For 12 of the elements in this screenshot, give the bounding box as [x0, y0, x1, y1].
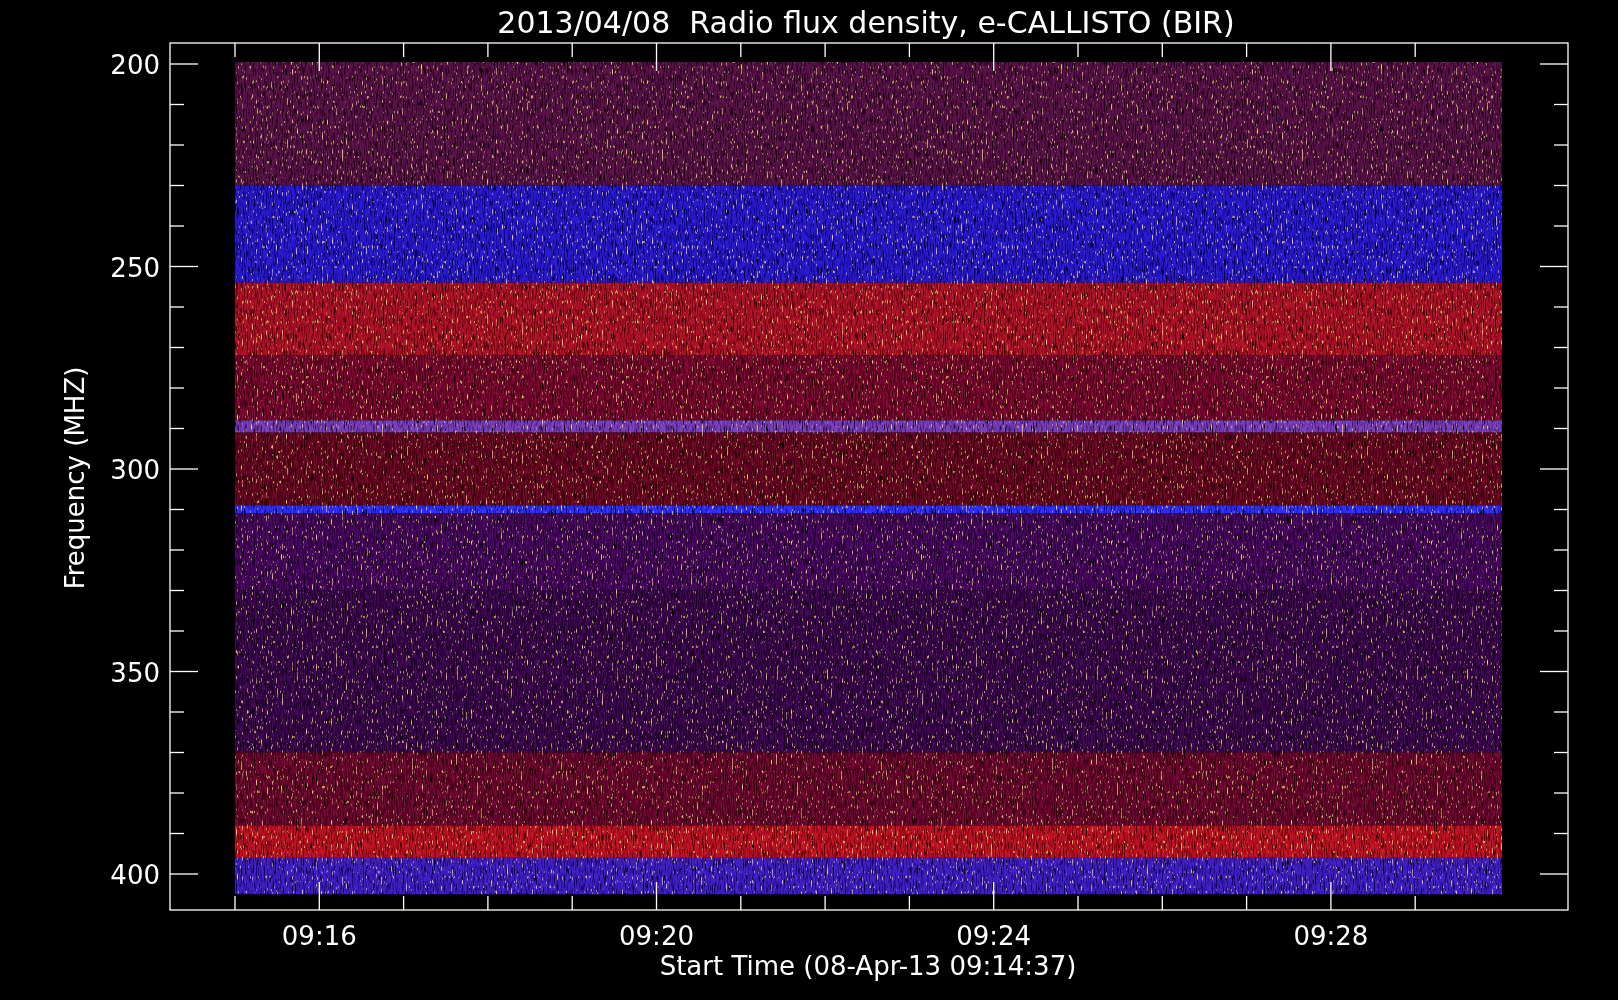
x-tick-label: 09:20 — [619, 921, 694, 951]
y-axis-label: Frequency (MHZ) — [60, 366, 90, 590]
x-tick-label: 09:16 — [281, 921, 357, 951]
y-tick-label: 400 — [110, 860, 160, 890]
x-axis-label: Start Time (08-Apr-13 09:14:37) — [659, 951, 1077, 981]
y-tick-label: 300 — [110, 455, 160, 485]
y-tick-label: 200 — [110, 50, 160, 80]
y-tick-label: 350 — [110, 657, 160, 688]
chart-title: 2013/04/08 Radio flux density, e-CALLISTO (BIR) — [497, 5, 1235, 40]
y-tick-label: 250 — [110, 252, 160, 283]
x-tick-label: 09:28 — [1293, 921, 1369, 951]
x-tick-label: 09:24 — [956, 921, 1032, 951]
